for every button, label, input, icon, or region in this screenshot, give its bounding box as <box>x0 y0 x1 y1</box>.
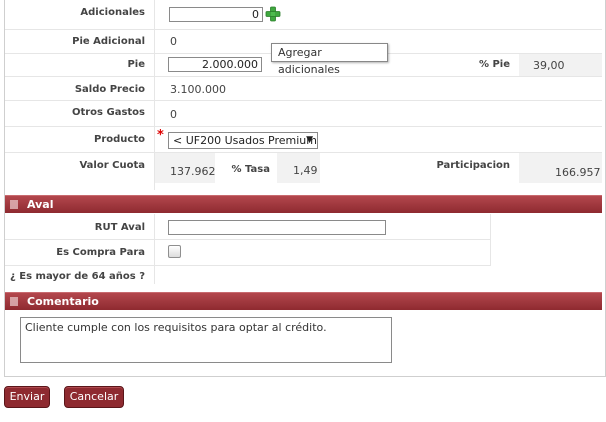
cancelar-button[interactable]: Cancelar <box>64 386 124 408</box>
row-divider <box>5 265 491 266</box>
comentario-section-header[interactable]: Comentario <box>5 292 602 310</box>
comentario-section-title: Comentario <box>27 295 99 308</box>
pie-adicional-value: 0 <box>170 35 177 48</box>
enviar-button[interactable]: Enviar <box>4 386 50 408</box>
saldo-precio-value: 3.100.000 <box>170 83 226 96</box>
grip-icon <box>10 297 18 306</box>
dropdown-arrow-icon: ▼ <box>306 135 313 145</box>
pct-tasa-label: % Tasa <box>231 164 270 175</box>
saldo-precio-label: Saldo Precio <box>74 84 145 95</box>
aval-section-title: Aval <box>27 198 54 211</box>
comentario-textarea[interactable]: Cliente cumple con los requisitos para o… <box>20 317 392 363</box>
pie-input[interactable]: 2.000.000 <box>168 57 262 72</box>
pct-pie-label: % Pie <box>478 59 510 70</box>
valor-cuota-label: Valor Cuota <box>79 160 145 171</box>
row-divider <box>5 126 602 127</box>
pct-pie-value: 39,00 <box>533 59 565 72</box>
producto-selected-value: < UF200 Usados Premium <box>173 134 317 147</box>
es-compra-para-checkbox[interactable] <box>168 245 181 258</box>
row-divider <box>5 29 602 30</box>
add-adicionales-button[interactable] <box>265 6 281 22</box>
producto-select[interactable]: < UF200 Usados Premium ▼ <box>168 132 318 149</box>
mayor-64-label: ¿ Es mayor de 64 años ? <box>10 271 145 282</box>
adicionales-label: Adicionales <box>80 7 145 18</box>
tooltip-agregar-adicionales: Agregar adicionales <box>271 43 388 76</box>
required-mark: * <box>157 128 164 143</box>
otros-gastos-label: Otros Gastos <box>71 107 145 118</box>
pie-adicional-label: Pie Adicional <box>72 36 145 47</box>
es-compra-para-label: Es Compra Para <box>56 247 145 258</box>
aval-label-divider <box>154 214 155 284</box>
plus-icon <box>265 6 281 22</box>
rut-aval-input[interactable] <box>168 220 386 235</box>
row-divider <box>5 239 491 240</box>
producto-label: Producto <box>94 134 145 145</box>
adicionales-input[interactable]: 0 <box>169 7 263 22</box>
participacion-value: 166.957 <box>555 166 601 179</box>
participacion-label: Participacion <box>436 160 510 171</box>
rut-aval-label: RUT Aval <box>94 222 145 233</box>
aval-section-header[interactable]: Aval <box>5 195 602 213</box>
grip-icon <box>10 200 18 209</box>
valor-cuota-value: 137.962 <box>170 165 216 178</box>
pie-label: Pie <box>127 59 145 70</box>
pct-tasa-value: 1,49 <box>293 164 318 177</box>
aval-right-divider <box>490 214 491 266</box>
row-divider <box>5 100 602 101</box>
otros-gastos-value: 0 <box>170 108 177 121</box>
